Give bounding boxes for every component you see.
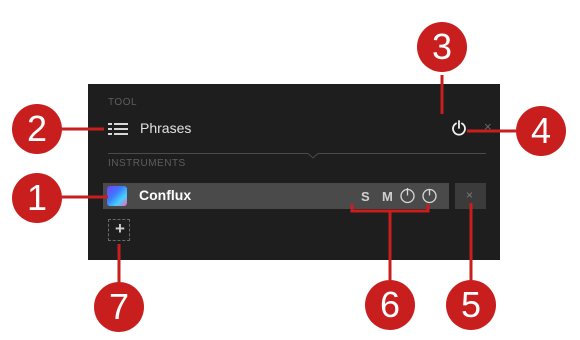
callout-badge: 3 (417, 22, 467, 72)
callout-badge: 7 (94, 282, 144, 332)
callout-badge: 2 (12, 104, 62, 154)
callout-badge: 4 (516, 106, 566, 156)
callout-leader-lines (62, 75, 516, 282)
callout-badge: 1 (12, 173, 62, 223)
callout-badge: 5 (446, 280, 496, 330)
callout-badge: 6 (365, 280, 415, 330)
